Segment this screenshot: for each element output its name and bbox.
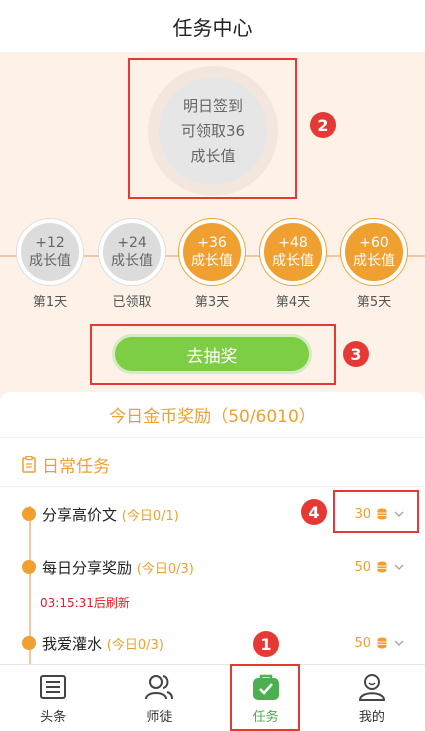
highlight-box-1 [230,664,300,731]
task-progress: (今日0/1) [121,508,179,524]
coin-stack-icon [377,637,387,649]
day-unit: 成长值 [191,253,233,269]
tab-profile[interactable]: 我的 [319,665,425,731]
users-icon [145,675,174,700]
day-value: +48 [278,235,308,251]
highlight-box-2 [128,58,297,199]
chevron-down-icon [394,640,404,647]
daily-tasks-title: 日常任务 [42,457,110,477]
day-item-2[interactable]: +24 成长值 已领取 [96,219,168,310]
day-value: +12 [35,235,65,251]
task-reward[interactable]: 50 [354,636,405,651]
tab-label: 我的 [358,710,385,725]
daily-tasks-header: 日常任务 [22,452,110,477]
day-circle: +24 成长值 [99,219,165,285]
task-progress: (今日0/3) [136,561,194,577]
day-label: 已领取 [112,295,152,310]
highlight-box-3 [90,324,336,385]
reward-amount: 50 [354,559,371,575]
badge-1: 1 [253,631,279,657]
divider [0,486,425,487]
task-title: 每日分享奖励 [42,558,133,577]
day-unit: 成长值 [29,253,71,269]
badge-2: 2 [310,112,336,138]
day-circle: +12 成长值 [17,219,83,285]
task-title: 我爱灌水 [42,634,103,653]
day-value: +24 [117,235,147,251]
day-value: +36 [197,235,227,251]
day-circle: +48 成长值 [260,219,326,285]
timeline-dot [22,560,36,574]
coin-stack-icon [377,561,387,573]
timeline-dot [22,507,36,521]
day-item-3[interactable]: +36 成长值 第3天 [176,219,248,310]
refresh-countdown: 03:15:31后刷新 [40,596,130,610]
day-circle: +60 成长值 [341,219,407,285]
tab-label: 头条 [40,710,67,725]
bottom-tab-bar: 头条 师徒 任务 我的 [0,664,425,731]
day-label: 第5天 [356,295,392,310]
page-header: 任务中心 [0,0,425,52]
badge-4: 4 [301,499,327,525]
day-item-4[interactable]: +48 成长值 第4天 [257,219,329,310]
timeline-dot [22,636,36,650]
task-row-3[interactable]: 我爱灌水 (今日0/3) 50 [0,629,425,657]
news-icon [40,675,67,699]
task-center-page: 任务中心 明日签到 可领取36 成长值 2 +12 成长值 第1天 +24 成长… [0,0,425,731]
badge-3: 3 [343,341,369,367]
day-item-5[interactable]: +60 成长值 第5天 [338,219,410,310]
tab-news[interactable]: 头条 [0,665,106,731]
chevron-down-icon [394,564,404,571]
reward-amount: 50 [354,635,371,651]
task-name: 分享高价文 (今日0/1) [42,504,179,525]
day-label: 第1天 [32,295,68,310]
day-unit: 成长值 [272,253,314,269]
task-progress: (今日0/3) [106,637,164,653]
day-unit: 成长值 [353,253,395,269]
highlight-box-4 [333,490,419,533]
day-label: 第4天 [275,295,311,310]
day-value: +60 [359,235,389,251]
day-label: 第3天 [194,295,230,310]
task-reward[interactable]: 50 [354,560,405,575]
coin-reward-title: 今日金币奖励（50/6010） [0,392,425,438]
tab-mentor[interactable]: 师徒 [106,665,212,731]
task-title: 分享高价文 [42,505,118,524]
clipboard-icon [22,456,36,473]
profile-icon [358,674,385,701]
task-name: 每日分享奖励 (今日0/3) [42,557,194,578]
page-title: 任务中心 [172,15,253,40]
day-unit: 成长值 [111,253,153,269]
task-row-2[interactable]: 每日分享奖励 (今日0/3) 50 [0,553,425,581]
task-name: 我爱灌水 (今日0/3) [42,633,164,654]
day-circle: +36 成长值 [179,219,245,285]
day-item-1[interactable]: +12 成长值 第1天 [14,219,86,310]
tab-label: 师徒 [146,710,173,725]
